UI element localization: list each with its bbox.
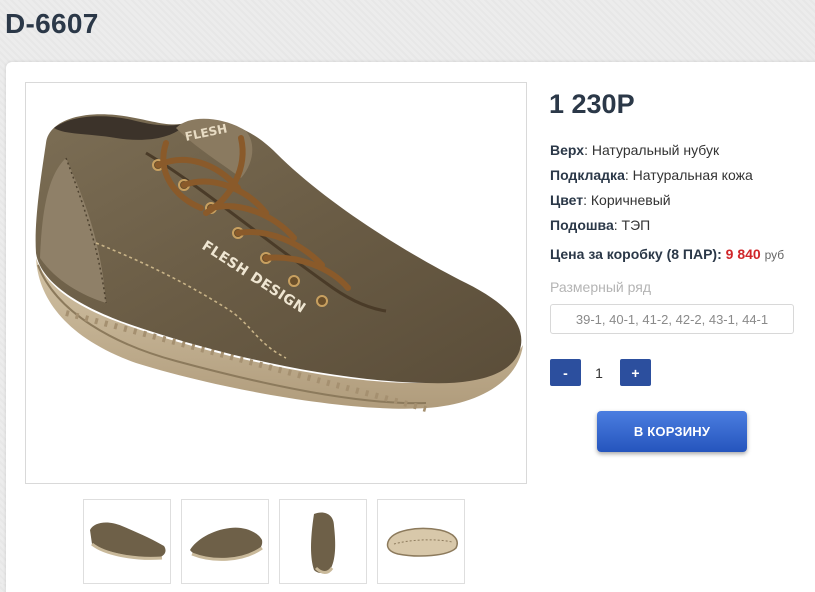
product-main-image[interactable]: FLESH FLESH DESIGN	[25, 82, 527, 484]
add-to-cart-button[interactable]: В КОРЗИНУ	[597, 411, 747, 452]
attr-sole: Подошва: ТЭП	[550, 217, 651, 233]
attr-sole-value: ТЭП	[621, 217, 651, 233]
attr-color-value: Коричневый	[590, 192, 671, 208]
thumb-angle-view[interactable]	[181, 499, 269, 584]
box-price: Цена за коробку (8 ПАР): 9 840 руб	[550, 246, 784, 262]
thumb-sole-shoe-icon	[386, 527, 458, 557]
thumb-sole-view[interactable]	[377, 499, 465, 584]
thumb-front-shoe-icon	[311, 512, 336, 574]
shoe-illustration: FLESH FLESH DESIGN	[35, 114, 523, 412]
box-price-label: Цена за коробку (8 ПАР):	[550, 246, 722, 262]
attr-upper-label: Верх	[550, 142, 585, 158]
attr-color: Цвет: Коричневый	[550, 192, 671, 208]
attr-lining: Подкладка: Натуральная кожа	[550, 167, 753, 183]
thumb-side-view[interactable]	[83, 499, 171, 584]
size-range-label: Размерный ряд	[550, 279, 652, 295]
product-price: 1 230Р	[549, 89, 635, 119]
thumb-side-shoe-icon	[90, 522, 166, 560]
size-range-field[interactable]	[550, 304, 794, 334]
attr-upper: Верх: Натуральный нубук	[550, 142, 720, 158]
quantity-decrease-button[interactable]: -	[550, 359, 581, 386]
attr-upper-value: Натуральный нубук	[591, 142, 720, 158]
product-title: D-6607	[5, 8, 99, 39]
thumb-angle-shoe-icon	[190, 527, 263, 561]
box-price-value: 9 840	[725, 246, 761, 262]
attr-color-label: Цвет	[550, 192, 584, 208]
thumb-front-view[interactable]	[279, 499, 367, 584]
attr-lining-label: Подкладка	[550, 167, 625, 183]
attr-lining-value: Натуральная кожа	[632, 167, 753, 183]
quantity-increase-button[interactable]: +	[620, 359, 651, 386]
attr-sole-label: Подошва	[550, 217, 614, 233]
box-price-currency: руб	[764, 248, 785, 262]
quantity-input[interactable]	[583, 359, 615, 386]
